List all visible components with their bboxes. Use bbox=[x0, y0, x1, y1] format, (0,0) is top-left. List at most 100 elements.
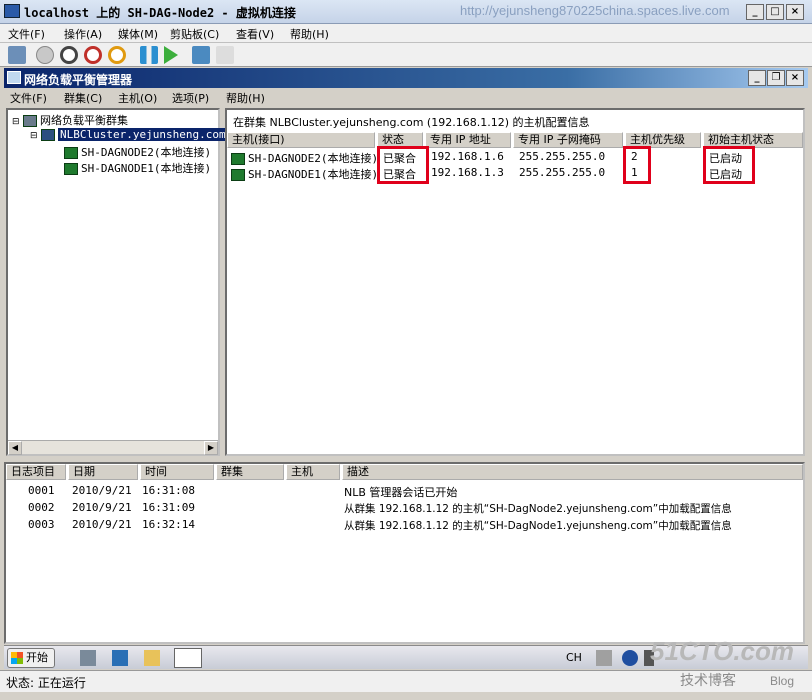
resume-icon[interactable] bbox=[164, 46, 178, 64]
tree-host-label: SH-DAGNODE1(本地连接) bbox=[81, 162, 212, 175]
start-label: 开始 bbox=[26, 651, 48, 664]
windows-logo-icon bbox=[11, 652, 23, 664]
initial-state-highlight bbox=[703, 146, 755, 184]
vm-window-title: localhost 上的 SH-DAG-Node2 - 虚拟机连接 bbox=[24, 6, 296, 20]
status-highlight bbox=[377, 146, 429, 184]
cluster-tree: ⊟ 网络负载平衡群集 ⊟ NLBCluster.yejunsheng.com S… bbox=[6, 108, 228, 456]
server-manager-icon[interactable] bbox=[80, 650, 96, 666]
host-icon bbox=[231, 169, 245, 181]
table-row[interactable]: SH-DAGNODE1(本地连接) bbox=[231, 166, 378, 182]
language-indicator[interactable]: CH bbox=[566, 651, 582, 664]
powershell-icon[interactable] bbox=[112, 650, 128, 666]
log-time: 16:31:09 bbox=[142, 501, 195, 514]
table-row[interactable]: SH-DAGNODE2(本地连接) bbox=[231, 150, 378, 166]
explorer-icon[interactable] bbox=[144, 650, 160, 666]
vm-menu-help[interactable]: 帮助(H) bbox=[290, 26, 329, 42]
log-col-cluster[interactable]: 群集 bbox=[216, 464, 284, 480]
log-pane: 日志项目 日期 时间 群集 主机 描述 0001 2010/9/21 16:31… bbox=[4, 462, 805, 644]
row-host: SH-DAGNODE1(本地连接) bbox=[248, 168, 379, 181]
log-id: 0001 bbox=[28, 484, 55, 497]
scroll-right-icon[interactable]: ▶ bbox=[204, 441, 218, 455]
log-desc: 从群集 192.168.1.12 的主机“SH-DagNode1.yejunsh… bbox=[344, 520, 732, 532]
host-icon bbox=[64, 163, 78, 175]
col-host[interactable]: 主机(接口) bbox=[227, 132, 375, 148]
nlb-restore-button[interactable]: ❐ bbox=[767, 70, 785, 86]
tree-host-node1[interactable]: SH-DAGNODE1(本地连接) bbox=[64, 160, 211, 176]
tree-horizontal-scrollbar[interactable]: ◀ ▶ bbox=[8, 440, 218, 455]
vm-title-bar: localhost 上的 SH-DAG-Node2 - 虚拟机连接 http:/… bbox=[0, 0, 812, 24]
log-date: 2010/9/21 bbox=[72, 518, 132, 531]
ctrl-alt-del-icon[interactable] bbox=[8, 46, 26, 64]
nlb-menu-bar: 文件(F) 群集(C) 主机(O) 选项(P) 帮助(H) bbox=[4, 88, 808, 107]
keyboard-icon[interactable] bbox=[596, 650, 612, 666]
log-date: 2010/9/21 bbox=[72, 484, 132, 497]
log-col-time[interactable]: 时间 bbox=[140, 464, 214, 480]
nlb-menu-cluster[interactable]: 群集(C) bbox=[64, 90, 102, 106]
revert-icon[interactable] bbox=[216, 46, 234, 64]
turn-off-icon[interactable] bbox=[60, 46, 78, 64]
collapse-icon[interactable]: ⊟ bbox=[12, 117, 20, 127]
log-id: 0002 bbox=[28, 501, 55, 514]
minimize-button[interactable]: _ bbox=[746, 4, 764, 20]
power-icon[interactable] bbox=[108, 46, 126, 64]
vm-menu-file[interactable]: 文件(F) bbox=[8, 26, 45, 42]
nlb-minimize-button[interactable]: _ bbox=[748, 70, 766, 86]
tree-host-node2[interactable]: SH-DAGNODE2(本地连接) bbox=[64, 144, 211, 160]
start-button[interactable]: 开始 bbox=[7, 648, 55, 668]
log-desc: 从群集 192.168.1.12 的主机“SH-DagNode2.yejunsh… bbox=[344, 503, 732, 515]
maximize-button[interactable]: □ bbox=[766, 4, 784, 20]
vm-window-icon bbox=[4, 4, 20, 18]
shutdown-icon[interactable] bbox=[84, 46, 102, 64]
scroll-left-icon[interactable]: ◀ bbox=[8, 441, 22, 455]
col-ip[interactable]: 专用 IP 地址 bbox=[425, 132, 511, 148]
nlb-window-title: 网络负载平衡管理器 bbox=[24, 73, 133, 87]
log-col-desc[interactable]: 描述 bbox=[342, 464, 803, 480]
cluster-icon bbox=[41, 129, 56, 141]
help-icon[interactable] bbox=[622, 650, 638, 666]
row-ip: 192.168.1.6 bbox=[431, 150, 504, 163]
pause-icon[interactable] bbox=[140, 46, 158, 64]
host-icon bbox=[231, 153, 245, 165]
nlb-menu-options[interactable]: 选项(P) bbox=[172, 90, 209, 106]
row-mask: 255.255.255.0 bbox=[519, 150, 606, 163]
log-col-host[interactable]: 主机 bbox=[286, 464, 340, 480]
watermark-url: http://yejunsheng870225china.spaces.live… bbox=[460, 3, 730, 18]
vm-menu-bar: 文件(F) 操作(A) 媒体(M) 剪贴板(C) 查看(V) 帮助(H) bbox=[0, 24, 812, 43]
tree-cluster[interactable]: ⊟ NLBCluster.yejunsheng.com bbox=[30, 128, 228, 141]
nlb-close-button[interactable]: × bbox=[786, 70, 804, 86]
tree-cluster-label: NLBCluster.yejunsheng.com bbox=[58, 128, 228, 141]
log-desc: NLB 管理器会话已开始 bbox=[344, 486, 458, 499]
host-icon bbox=[64, 147, 78, 159]
tree-root[interactable]: ⊟ 网络负载平衡群集 bbox=[12, 112, 128, 128]
log-time: 16:32:14 bbox=[142, 518, 195, 531]
priority-highlight bbox=[623, 146, 651, 184]
nlb-menu-help[interactable]: 帮助(H) bbox=[226, 90, 265, 106]
vm-menu-media[interactable]: 媒体(M) bbox=[118, 26, 158, 42]
nlb-menu-file[interactable]: 文件(F) bbox=[10, 90, 47, 106]
row-mask: 255.255.255.0 bbox=[519, 166, 606, 179]
network-icon bbox=[23, 115, 38, 127]
nlb-window-icon bbox=[7, 71, 21, 84]
log-id: 0003 bbox=[28, 518, 55, 531]
nlb-menu-host[interactable]: 主机(O) bbox=[118, 90, 157, 106]
site-logo-sub: 技术博客 bbox=[680, 673, 736, 689]
nlb-manager-task-icon[interactable] bbox=[174, 648, 202, 668]
log-col-date[interactable]: 日期 bbox=[68, 464, 138, 480]
tree-host-label: SH-DAGNODE2(本地连接) bbox=[81, 146, 212, 159]
site-logo-blog: Blog bbox=[770, 674, 795, 688]
host-config-header: 在群集 NLBCluster.yejunsheng.com (192.168.1… bbox=[233, 116, 590, 129]
collapse-icon[interactable]: ⊟ bbox=[30, 131, 38, 141]
start-icon[interactable] bbox=[36, 46, 54, 64]
col-mask[interactable]: 专用 IP 子网掩码 bbox=[513, 132, 623, 148]
site-logo: 51CTO.com bbox=[650, 636, 795, 666]
row-ip: 192.168.1.3 bbox=[431, 166, 504, 179]
vm-menu-action[interactable]: 操作(A) bbox=[64, 26, 102, 42]
vm-menu-clipboard[interactable]: 剪贴板(C) bbox=[170, 26, 219, 42]
log-date: 2010/9/21 bbox=[72, 501, 132, 514]
log-time: 16:31:08 bbox=[142, 484, 195, 497]
close-button[interactable]: × bbox=[786, 4, 804, 20]
vm-toolbar bbox=[0, 43, 812, 67]
snapshot-icon[interactable] bbox=[192, 46, 210, 64]
vm-menu-view[interactable]: 查看(V) bbox=[236, 26, 274, 42]
log-col-id[interactable]: 日志项目 bbox=[6, 464, 66, 480]
